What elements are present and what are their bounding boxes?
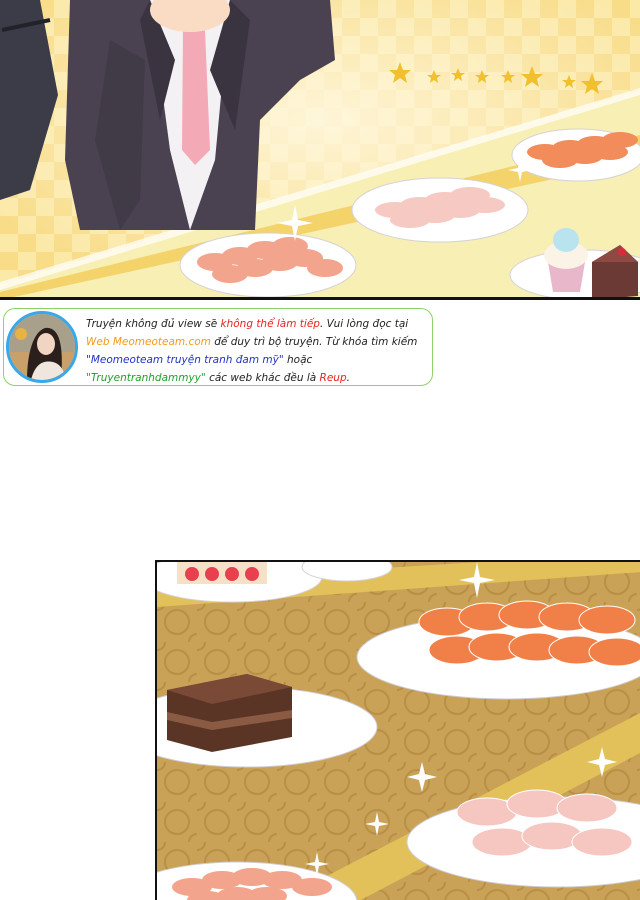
notice-text: Truyện không đủ view sẽ không thể làm ti…	[86, 315, 431, 387]
warning-text: không thể làm tiếp	[220, 318, 320, 330]
comic-illustration-sushi-conveyor	[157, 562, 640, 900]
reader-notice-box: Truyện không đủ view sẽ không thể làm ti…	[3, 308, 433, 386]
avatar-portrait-image	[9, 314, 75, 380]
comic-panel-top	[0, 0, 640, 300]
site-link[interactable]: Web Meomeoteam.com	[86, 336, 211, 348]
notice-line-1: Truyện không đủ view sẽ không thể làm ti…	[86, 318, 409, 330]
comic-illustration-office-man-sushi	[0, 0, 640, 300]
notice-line-3: "Meomeoteam truyện tranh đam mỹ" hoặc	[86, 354, 313, 366]
notice-line-4: "Truyentranhdammyy" các web khác đều là …	[86, 372, 350, 384]
comic-panel-bottom	[155, 560, 640, 900]
search-keyword-1: "Meomeoteam truyện tranh đam mỹ"	[86, 354, 284, 366]
notice-line-2: Web Meomeoteam.com để duy trì bộ truyện.…	[86, 336, 418, 348]
search-keyword-2: "Truyentranhdammyy"	[86, 372, 206, 384]
avatar	[6, 311, 78, 383]
reup-text: Reup	[319, 372, 347, 384]
